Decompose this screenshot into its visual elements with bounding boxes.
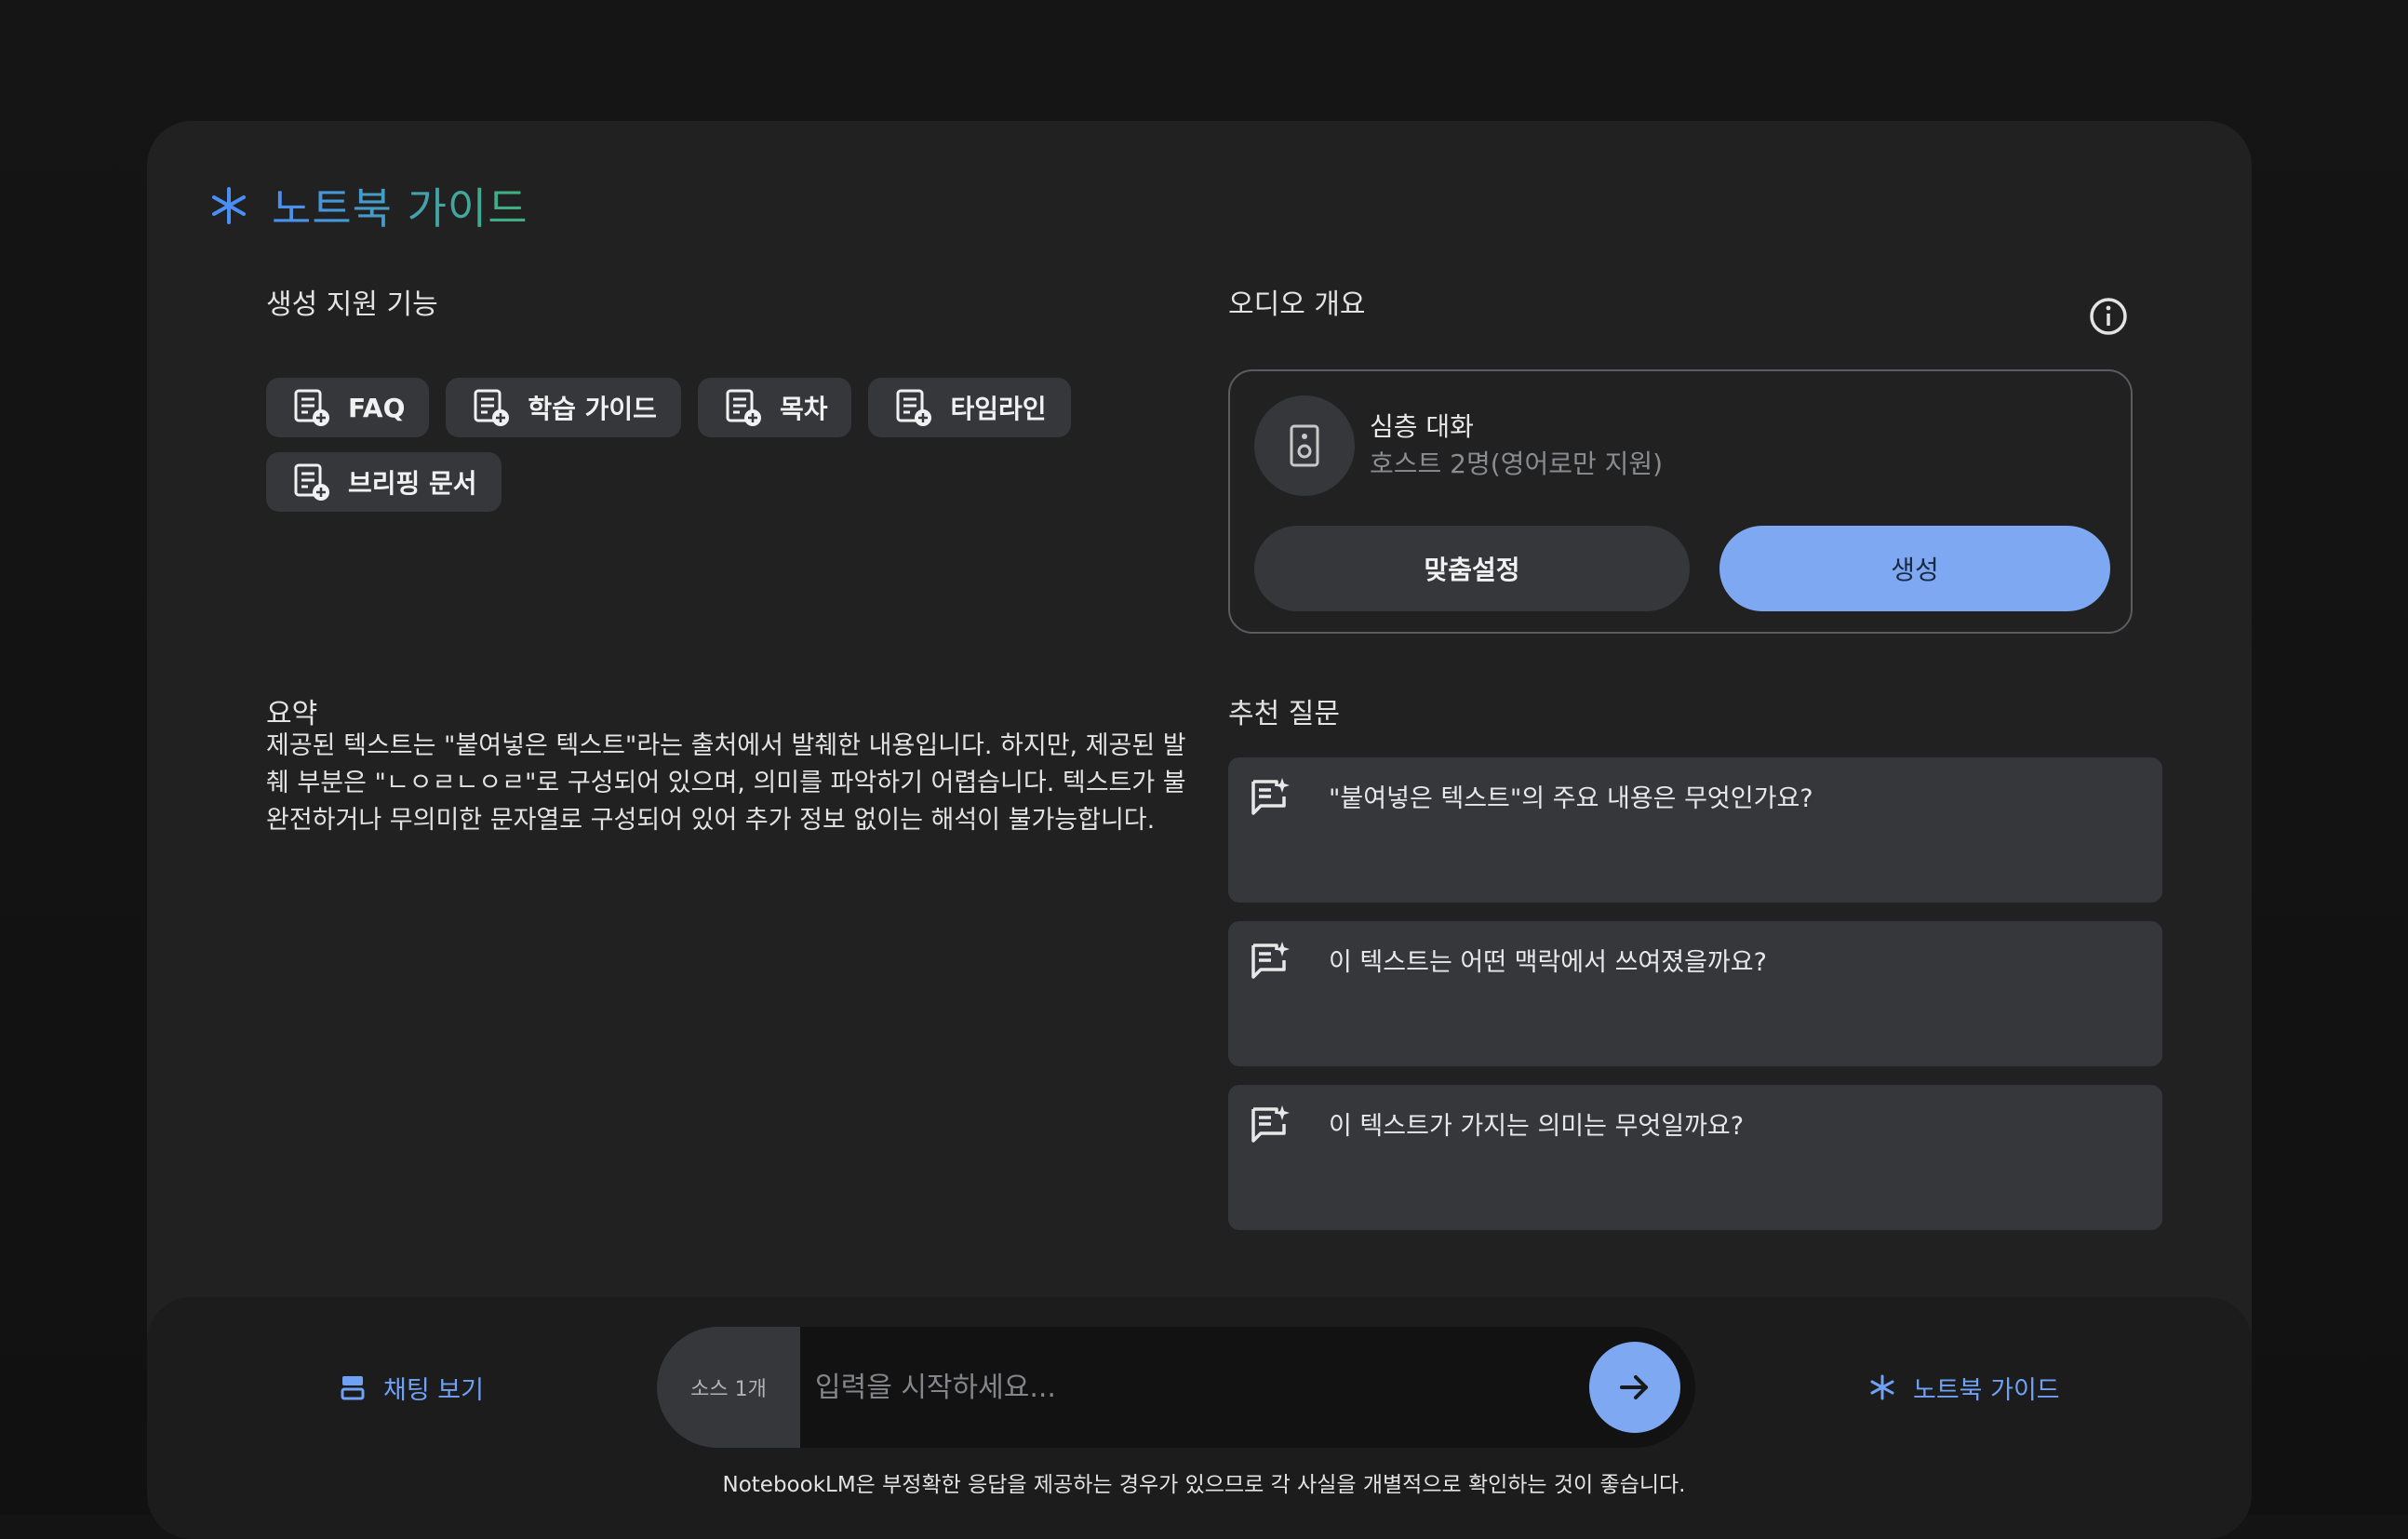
audio-subtitle: 호스트 2명(영어로만 지원) bbox=[1370, 448, 1664, 479]
note-add-icon bbox=[474, 389, 510, 426]
question-text: 이 텍스트가 가지는 의미는 무엇일까요? bbox=[1329, 1112, 1745, 1141]
suggested-section-label: 추천 질문 bbox=[1228, 698, 1340, 730]
question-text: 이 텍스트는 어떤 맥락에서 쓰여졌을까요? bbox=[1329, 948, 1767, 977]
note-add-icon bbox=[896, 389, 932, 426]
notebook-guide-header: 노트북 가이드 bbox=[208, 173, 528, 238]
disclaimer-text: NotebookLM은 부정확한 응답을 제공하는 경우가 있으므로 각 사실을… bbox=[722, 1473, 1686, 1497]
send-button[interactable] bbox=[1589, 1342, 1680, 1433]
suggested-question[interactable]: 이 텍스트는 어떤 맥락에서 쓰여졌을까요? bbox=[1228, 921, 2162, 1066]
info-icon[interactable] bbox=[2088, 296, 2129, 337]
chat-sparkle-icon bbox=[1251, 1105, 1290, 1143]
suggested-question[interactable]: 이 텍스트가 가지는 의미는 무엇일까요? bbox=[1228, 1085, 2162, 1230]
chat-input-container: 소스 1개 bbox=[657, 1327, 1695, 1448]
note-add-icon bbox=[726, 389, 761, 426]
audio-section-label: 오디오 개요 bbox=[1228, 288, 1366, 321]
summary-text: 제공된 텍스트는 "붙여넣은 텍스트"라는 출처에서 발췌한 내용입니다. 하지… bbox=[266, 731, 1186, 835]
chip-timeline[interactable]: 타임라인 bbox=[868, 378, 1071, 437]
summary-section-label: 요약 bbox=[266, 698, 318, 730]
chat-input[interactable] bbox=[815, 1355, 1466, 1420]
chat-sparkle-icon bbox=[1251, 942, 1290, 979]
chip-study-guide[interactable]: 학습 가이드 bbox=[446, 378, 681, 437]
chat-view-button[interactable]: 채팅 보기 bbox=[339, 1366, 484, 1409]
chip-label: 학습 가이드 bbox=[528, 394, 657, 424]
chip-table-of-contents[interactable]: 목차 bbox=[697, 378, 852, 437]
chip-label: 브리핑 문서 bbox=[348, 468, 477, 499]
sparkle-icon bbox=[212, 187, 246, 224]
notebook-guide-button[interactable]: 노트북 가이드 bbox=[1868, 1366, 2060, 1409]
arrow-right-icon bbox=[1620, 1375, 1648, 1399]
note-add-icon bbox=[294, 463, 329, 501]
notebook-guide-label: 노트북 가이드 bbox=[1913, 1375, 2060, 1405]
generate-audio-button[interactable]: 생성 bbox=[1719, 526, 2110, 611]
page-title: 노트북 가이드 bbox=[272, 175, 528, 236]
suggested-question[interactable]: "붙여넣은 텍스트"의 주요 내용은 무엇인가요? bbox=[1228, 757, 2162, 903]
source-count-badge[interactable]: 소스 1개 bbox=[657, 1327, 800, 1448]
note-add-icon bbox=[294, 389, 329, 426]
chip-faq[interactable]: FAQ bbox=[266, 378, 430, 437]
audio-overview-card: 심층 대화 호스트 2명(영어로만 지원) 맞춤설정 생성 bbox=[1228, 369, 2133, 634]
chat-view-label: 채팅 보기 bbox=[383, 1375, 484, 1405]
chip-label: 목차 bbox=[779, 394, 828, 424]
question-text: "붙여넣은 텍스트"의 주요 내용은 무엇인가요? bbox=[1329, 784, 1813, 813]
chip-briefing-doc[interactable]: 브리핑 문서 bbox=[266, 452, 502, 512]
generate-chips: FAQ 학습 가이드 목차 타임라인 브리핑 문서 bbox=[266, 378, 1197, 512]
audio-avatar bbox=[1254, 395, 1355, 496]
audio-title: 심층 대화 bbox=[1370, 411, 1474, 442]
sparkle-icon bbox=[1870, 1374, 1894, 1400]
chip-label: FAQ bbox=[348, 392, 406, 423]
customize-button[interactable]: 맞춤설정 bbox=[1254, 526, 1690, 611]
generate-section-label: 생성 지원 기능 bbox=[266, 288, 438, 321]
chat-view-icon bbox=[341, 1376, 365, 1400]
chip-label: 타임라인 bbox=[950, 394, 1047, 424]
speaker-icon bbox=[1290, 424, 1319, 467]
chat-sparkle-icon bbox=[1251, 778, 1290, 815]
